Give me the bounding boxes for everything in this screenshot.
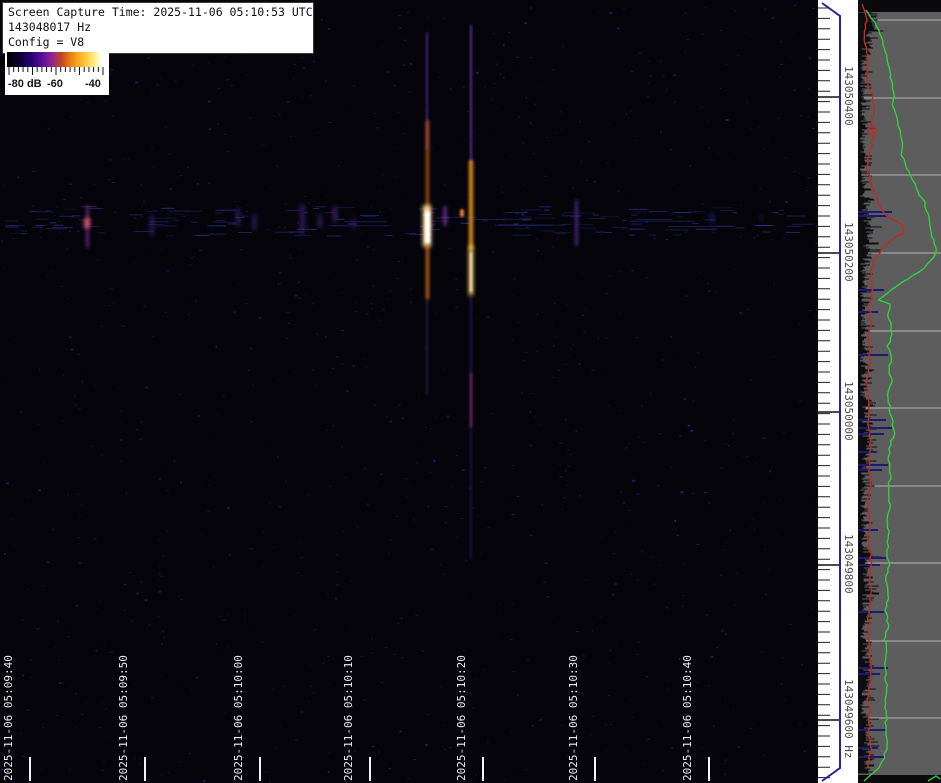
config-text: Config = V8 [8, 35, 308, 50]
echo-signal-segment [300, 204, 305, 232]
echo-signal-segment [575, 200, 578, 246]
echo-signal-segment [426, 245, 429, 300]
echo-signal-segment [470, 252, 473, 292]
spectrum-traces [858, 0, 941, 783]
echo-signal-segment [333, 206, 337, 222]
waterfall-display: Screen Capture Time: 2025-11-06 05:10:53… [0, 0, 818, 783]
echo-signal-segment [460, 209, 464, 217]
db-scale-max-label: -40 [85, 78, 101, 90]
echo-signal-segment [352, 216, 355, 230]
time-tick [29, 757, 31, 781]
spectrogram-app: Screen Capture Time: 2025-11-06 05:10:53… [0, 0, 941, 783]
time-label: 2025-11-06 05:10:20 [455, 655, 468, 781]
time-label: 2025-11-06 05:10:30 [567, 655, 580, 781]
echo-signal-segment [318, 214, 322, 228]
time-label: 2025-11-06 05:09:40 [2, 655, 15, 781]
echo-signal-segment [425, 211, 430, 243]
echo-signal-segment [426, 300, 428, 395]
center-frequency-text: 143048017 Hz [8, 20, 308, 35]
frequency-axis: 143050400 143050200 143050000 143049800 1430… [818, 0, 858, 783]
frequency-label: 143049800 [842, 534, 855, 594]
time-tick [482, 757, 484, 781]
echo-signal-segment [469, 160, 473, 250]
color-scale-ruler [7, 67, 107, 77]
echo-signal-segment [470, 428, 472, 560]
time-tick [594, 757, 596, 781]
time-tick [259, 757, 261, 781]
echo-signal-segment [710, 212, 714, 224]
time-label: 2025-11-06 05:10:40 [681, 655, 694, 781]
echo-signal-segment [470, 372, 473, 428]
echo-signal-segment [84, 218, 90, 228]
db-color-scale: -80 dB -60 -40 [5, 50, 109, 95]
echo-signal-segment [426, 120, 429, 215]
echo-signal-segment [760, 214, 763, 222]
echo-signal-segment [236, 208, 240, 226]
echo-signal-segment [470, 25, 473, 165]
db-scale-mid-label: -60 [47, 78, 63, 90]
color-gradient-bar [7, 52, 105, 67]
capture-info-box: Screen Capture Time: 2025-11-06 05:10:53… [2, 2, 314, 54]
time-tick [369, 757, 371, 781]
spectrum-panel [858, 0, 941, 783]
db-scale-min-label: -80 dB [8, 78, 42, 90]
frequency-label: 143050200 [842, 222, 855, 282]
time-tick [708, 757, 710, 781]
time-label: 2025-11-06 05:10:00 [232, 655, 245, 781]
echo-signal-segment [150, 215, 154, 236]
echo-signal-segment [252, 214, 257, 230]
time-label: 2025-11-06 05:10:10 [342, 655, 355, 781]
echo-signal-segment [443, 206, 447, 226]
frequency-label: 143050400 [842, 66, 855, 126]
frequency-label: 143050000 [842, 381, 855, 441]
frequency-label: 143049600 Hz [842, 679, 855, 758]
time-tick [144, 757, 146, 781]
time-label: 2025-11-06 05:09:50 [117, 655, 130, 781]
capture-time-text: Screen Capture Time: 2025-11-06 05:10:53… [8, 5, 308, 20]
echo-signal-segment [470, 296, 472, 372]
